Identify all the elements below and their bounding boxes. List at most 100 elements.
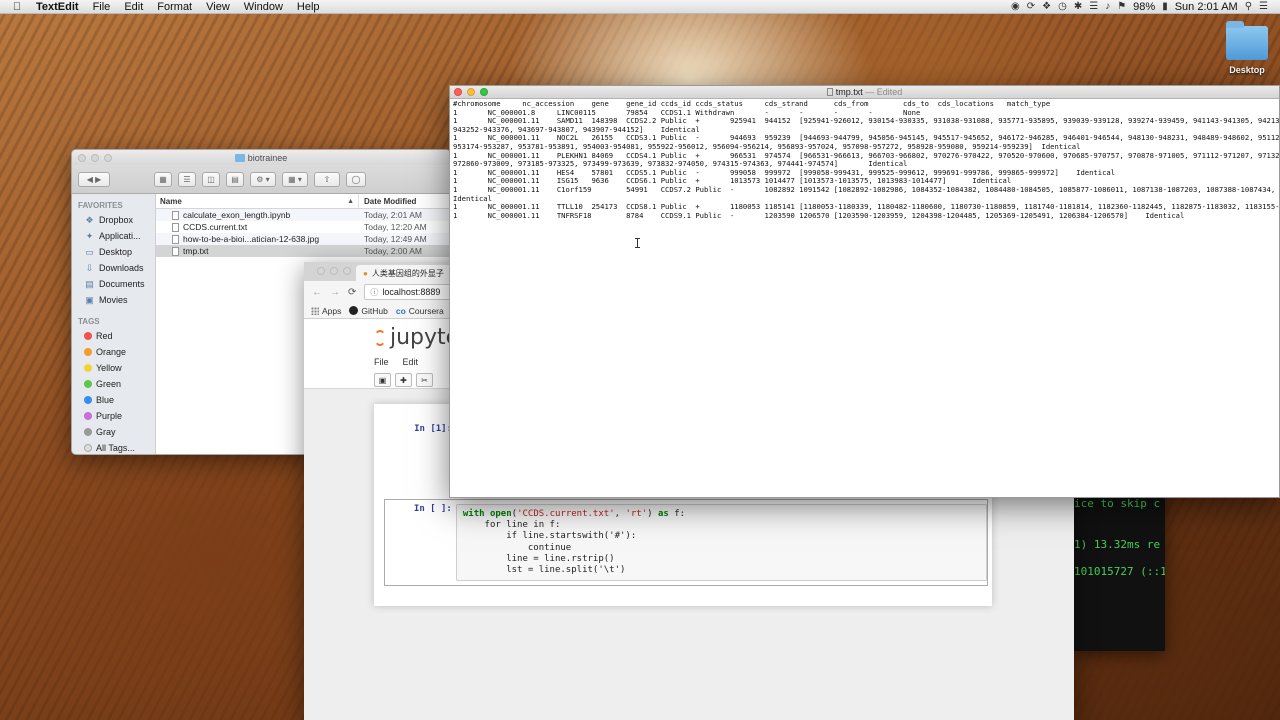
- text-file-icon: [172, 222, 179, 232]
- dropbox-icon[interactable]: ❖: [1042, 0, 1051, 14]
- tag-dot-icon: [84, 332, 92, 340]
- apple-menu-icon[interactable]: : [0, 1, 34, 13]
- finder-title: biotrainee: [72, 153, 450, 163]
- volume-icon[interactable]: ♪: [1105, 0, 1110, 14]
- jupyter-menu-file[interactable]: File: [374, 357, 389, 367]
- battery-icon[interactable]: ▮: [1162, 0, 1168, 14]
- back-forward-button[interactable]: ◀ ▶: [78, 171, 110, 187]
- sidebar-tag-blue[interactable]: Blue: [72, 392, 155, 408]
- forward-arrow-icon[interactable]: →: [330, 287, 340, 298]
- sidebar-tag-gray[interactable]: Gray: [72, 424, 155, 440]
- applications-icon: ✦: [85, 230, 94, 241]
- menubar-clock[interactable]: Sun 2:01 AM: [1175, 0, 1238, 14]
- jupyter-logo-icon: [374, 329, 386, 346]
- column-header-name[interactable]: Name ▲: [156, 194, 359, 208]
- back-arrow-icon[interactable]: ←: [312, 287, 322, 298]
- column-view-button[interactable]: ◫: [202, 171, 220, 187]
- cover-flow-button[interactable]: ▤: [226, 171, 244, 187]
- flag-icon[interactable]: ⚑: [1117, 0, 1126, 14]
- sidebar-item-documents[interactable]: ▤ Documents: [72, 276, 155, 292]
- ibeam-cursor-icon: [635, 238, 640, 248]
- minimize-button[interactable]: [467, 88, 475, 96]
- share-button[interactable]: ⇧: [314, 171, 340, 187]
- tag-dot-icon: [84, 396, 92, 404]
- tag-dot-icon: [84, 364, 92, 372]
- sidebar-tag-purple[interactable]: Purple: [72, 408, 155, 424]
- reload-icon[interactable]: ⟳: [348, 287, 356, 298]
- close-button[interactable]: [317, 267, 325, 275]
- menu-window[interactable]: Window: [237, 0, 290, 14]
- terminal-window[interactable]: ice to skip c 1) 13.32ms re 101015727 (:…: [1074, 490, 1165, 651]
- code-line: lst = line.split('\t'): [462, 565, 626, 576]
- file-row[interactable]: how-to-be-a-bioi...atician-12-638.jpg Tod…: [156, 233, 450, 245]
- code-editor[interactable]: with open('CCDS.current.txt', 'rt') as f…: [455, 504, 987, 582]
- file-rows: calculate_exon_length.ipynb Today, 2:01 A…: [156, 209, 450, 257]
- code-cell-selected[interactable]: In [ ]: with open('CCDS.current.txt', 'r…: [384, 499, 988, 587]
- zoom-button[interactable]: [480, 88, 488, 96]
- tag-dot-icon: [84, 380, 92, 388]
- action-gear-button[interactable]: ⚙ ▾: [250, 171, 276, 187]
- add-cell-icon[interactable]: ✚: [395, 373, 412, 387]
- cut-icon[interactable]: ✂: [416, 373, 433, 387]
- wifi-icon[interactable]: ☰: [1089, 0, 1098, 14]
- notification-center-icon[interactable]: ☰: [1259, 0, 1268, 14]
- save-icon[interactable]: ▣: [374, 373, 391, 387]
- desktop-icon: ▭: [85, 246, 94, 257]
- zoom-button[interactable]: [343, 267, 351, 275]
- minimize-button[interactable]: [330, 267, 338, 275]
- icon-view-button[interactable]: ▦: [154, 171, 172, 187]
- sidebar-tag-green[interactable]: Green: [72, 376, 155, 392]
- menu-format[interactable]: Format: [150, 0, 199, 14]
- minimize-button[interactable]: [91, 153, 99, 162]
- sidebar-item-movies[interactable]: ▣ Movies: [72, 292, 155, 308]
- menu-help[interactable]: Help: [290, 0, 327, 14]
- file-row-selected[interactable]: tmp.txt Today, 2:00 AM: [156, 245, 450, 257]
- file-list-header: Name ▲ Date Modified: [156, 194, 450, 209]
- bookmark-apps[interactable]: Apps: [311, 306, 341, 316]
- apps-grid-icon: [311, 306, 319, 315]
- text-document[interactable]: #chromosome nc_accession gene gene_id cc…: [450, 99, 1279, 221]
- sidebar-item-desktop[interactable]: ▭ Desktop: [72, 244, 155, 260]
- list-view-button[interactable]: ☰: [178, 171, 196, 187]
- menu-file[interactable]: File: [86, 0, 118, 14]
- sidebar-item-applications[interactable]: ✦ Applicati...: [72, 228, 155, 244]
- finder-titlebar[interactable]: biotrainee: [72, 150, 450, 165]
- close-button[interactable]: [454, 88, 462, 96]
- textedit-titlebar[interactable]: tmp.txt — Edited: [450, 86, 1279, 99]
- column-header-date[interactable]: Date Modified: [359, 194, 450, 208]
- spotlight-icon[interactable]: ⚲: [1245, 0, 1252, 14]
- app-menu[interactable]: TextEdit: [34, 1, 86, 13]
- jupyter-menu-edit[interactable]: Edit: [403, 357, 419, 367]
- tags-heading: TAGS: [78, 317, 100, 326]
- sidebar-item-dropbox[interactable]: ❖ Dropbox: [72, 212, 155, 228]
- file-row[interactable]: calculate_exon_length.ipynb Today, 2:01 A…: [156, 209, 450, 221]
- terminal-line: 101015727 (::1: [1074, 565, 1165, 578]
- sidebar-item-downloads[interactable]: ⇩ Downloads: [72, 260, 155, 276]
- favorites-heading: FAVORITES: [78, 201, 123, 210]
- sidebar-tag-orange[interactable]: Orange: [72, 344, 155, 360]
- record-icon[interactable]: ◉: [1011, 0, 1020, 14]
- sync-icon[interactable]: ⟳: [1027, 0, 1035, 14]
- notebook-file-icon: [172, 210, 179, 220]
- text-file-icon: [172, 246, 179, 256]
- bluetooth-icon[interactable]: ✱: [1074, 0, 1082, 14]
- desktop-folder[interactable]: Desktop: [1218, 21, 1276, 75]
- time-machine-icon[interactable]: ◷: [1058, 0, 1067, 14]
- battery-percent[interactable]: 98%: [1133, 0, 1155, 14]
- bookmark-coursera[interactable]: co Coursera: [396, 306, 444, 316]
- file-row[interactable]: CCDS.current.txt Today, 12:20 AM: [156, 221, 450, 233]
- jupyter-logo[interactable]: jupyte: [374, 325, 459, 350]
- menu-view[interactable]: View: [199, 0, 237, 14]
- sidebar-tag-yellow[interactable]: Yellow: [72, 360, 155, 376]
- documents-icon: ▤: [85, 278, 94, 289]
- close-button[interactable]: [78, 153, 86, 162]
- arrange-button[interactable]: ▦ ▾: [282, 171, 308, 187]
- zoom-button[interactable]: [104, 153, 112, 162]
- terminal-line: ice to skip c: [1074, 497, 1161, 510]
- bookmark-github[interactable]: GitHub: [349, 306, 388, 316]
- sidebar-tag-red[interactable]: Red: [72, 328, 155, 344]
- sidebar-tag-all[interactable]: All Tags...: [72, 440, 155, 454]
- tags-button[interactable]: ◯: [346, 171, 366, 187]
- menu-edit[interactable]: Edit: [117, 0, 150, 14]
- address-bar-url: localhost:8889: [382, 287, 441, 297]
